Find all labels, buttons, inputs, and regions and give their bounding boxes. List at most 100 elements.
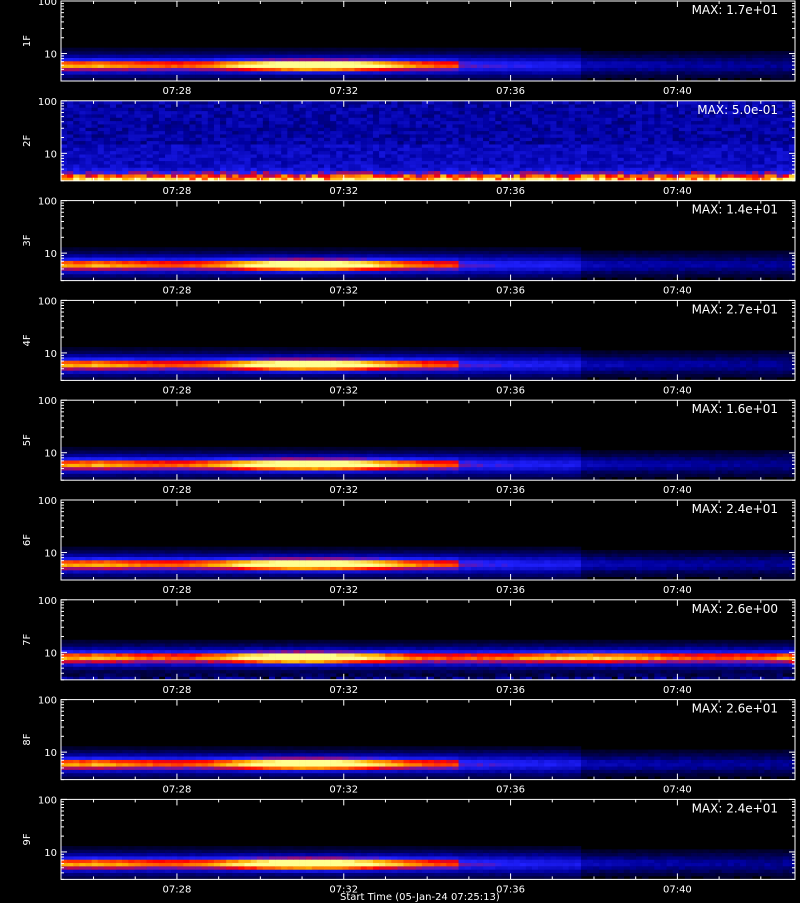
heatmap-cell — [581, 68, 587, 72]
heatmap-cell — [67, 141, 73, 145]
heatmap-cell — [98, 104, 104, 108]
heatmap-cell — [667, 54, 673, 58]
heatmap-cell — [104, 111, 110, 115]
heatmap-cell — [477, 127, 483, 131]
heatmap-cell — [189, 257, 195, 261]
heatmap-cell — [495, 111, 501, 115]
heatmap-cell — [636, 271, 642, 275]
heatmap-cell — [67, 261, 73, 265]
heatmap-cell — [416, 54, 422, 58]
heatmap-cell — [122, 58, 128, 62]
heatmap-cell — [587, 171, 593, 175]
heatmap-cell — [544, 161, 550, 165]
heatmap-cell — [722, 164, 728, 168]
heatmap-cell — [520, 164, 526, 168]
heatmap-cell — [226, 144, 232, 148]
heatmap-cell — [263, 101, 269, 105]
heatmap-cell — [679, 157, 685, 161]
heatmap-cell — [355, 121, 361, 125]
heatmap-cell — [428, 127, 434, 131]
heatmap-cell — [636, 58, 642, 62]
heatmap-cell — [575, 261, 581, 265]
heatmap-cell — [116, 101, 122, 105]
heatmap-cell — [703, 141, 709, 145]
heatmap-cell — [618, 54, 624, 58]
heatmap-cell — [134, 147, 140, 151]
heatmap-cell — [612, 64, 618, 68]
y-tick-label: 100 — [38, 0, 57, 8]
heatmap-cell — [410, 274, 416, 278]
heatmap-cell — [232, 161, 238, 165]
heatmap-cell — [147, 101, 153, 105]
heatmap-cell — [98, 167, 104, 171]
heatmap-cell — [361, 104, 367, 108]
heatmap-cell — [220, 131, 226, 135]
heatmap-cell — [312, 51, 318, 55]
heatmap-cell — [563, 271, 569, 275]
heatmap-cell — [685, 124, 691, 128]
heatmap-cell — [783, 131, 789, 135]
heatmap-cell — [293, 167, 299, 171]
heatmap-cell — [624, 157, 630, 161]
heatmap-cell — [740, 154, 746, 158]
heatmap-cell — [251, 147, 257, 151]
heatmap-cell — [373, 257, 379, 261]
heatmap-cell — [446, 267, 452, 271]
heatmap-cell — [367, 271, 373, 275]
heatmap-cell — [446, 111, 452, 115]
heatmap-cell — [532, 274, 538, 278]
heatmap-cell — [771, 141, 777, 145]
heatmap-cell — [673, 151, 679, 155]
heatmap-cell — [189, 74, 195, 78]
heatmap-cell — [373, 117, 379, 121]
heatmap-cell — [446, 147, 452, 151]
heatmap-cell — [147, 161, 153, 165]
heatmap-cell — [575, 107, 581, 111]
heatmap-cell — [483, 274, 489, 278]
heatmap-cell — [275, 114, 281, 118]
heatmap-cell — [575, 267, 581, 271]
heatmap-cell — [122, 157, 128, 161]
heatmap-cell — [654, 114, 660, 118]
heatmap-cell — [269, 261, 275, 265]
heatmap-cell — [263, 127, 269, 131]
heatmap-cell — [648, 267, 654, 271]
heatmap-cell — [465, 164, 471, 168]
heatmap-cell — [550, 174, 556, 178]
heatmap-cell — [428, 74, 434, 78]
heatmap-cell — [281, 147, 287, 151]
heatmap-cell — [92, 58, 98, 62]
heatmap-cell — [147, 117, 153, 121]
heatmap-cell — [202, 157, 208, 161]
heatmap-cell — [92, 121, 98, 125]
heatmap-cell — [587, 137, 593, 141]
heatmap-cell — [599, 107, 605, 111]
heatmap-cell — [171, 257, 177, 261]
heatmap-cell — [771, 124, 777, 128]
heatmap-cell — [342, 124, 348, 128]
heatmap-cell — [752, 137, 758, 141]
heatmap-cell — [104, 131, 110, 135]
heatmap-cell — [526, 104, 532, 108]
heatmap-cell — [165, 267, 171, 271]
heatmap-cell — [251, 127, 257, 131]
heatmap-cell — [122, 141, 128, 145]
heatmap-cell — [452, 58, 458, 62]
heatmap-cell — [520, 61, 526, 65]
heatmap-cell — [526, 267, 532, 271]
heatmap-cell — [379, 171, 385, 175]
heatmap-cell — [79, 61, 85, 65]
heatmap-cell — [691, 58, 697, 62]
heatmap-cell — [79, 261, 85, 265]
heatmap-cell — [728, 51, 734, 55]
heatmap-cell — [281, 48, 287, 52]
heatmap-cell — [514, 54, 520, 58]
heatmap-cell — [275, 174, 281, 178]
heatmap-cell — [128, 58, 134, 62]
heatmap-cell — [183, 174, 189, 178]
heatmap-cell — [128, 107, 134, 111]
heatmap-cell — [612, 54, 618, 58]
heatmap-cell — [563, 141, 569, 145]
heatmap-cell — [397, 164, 403, 168]
heatmap-cell — [196, 134, 202, 138]
